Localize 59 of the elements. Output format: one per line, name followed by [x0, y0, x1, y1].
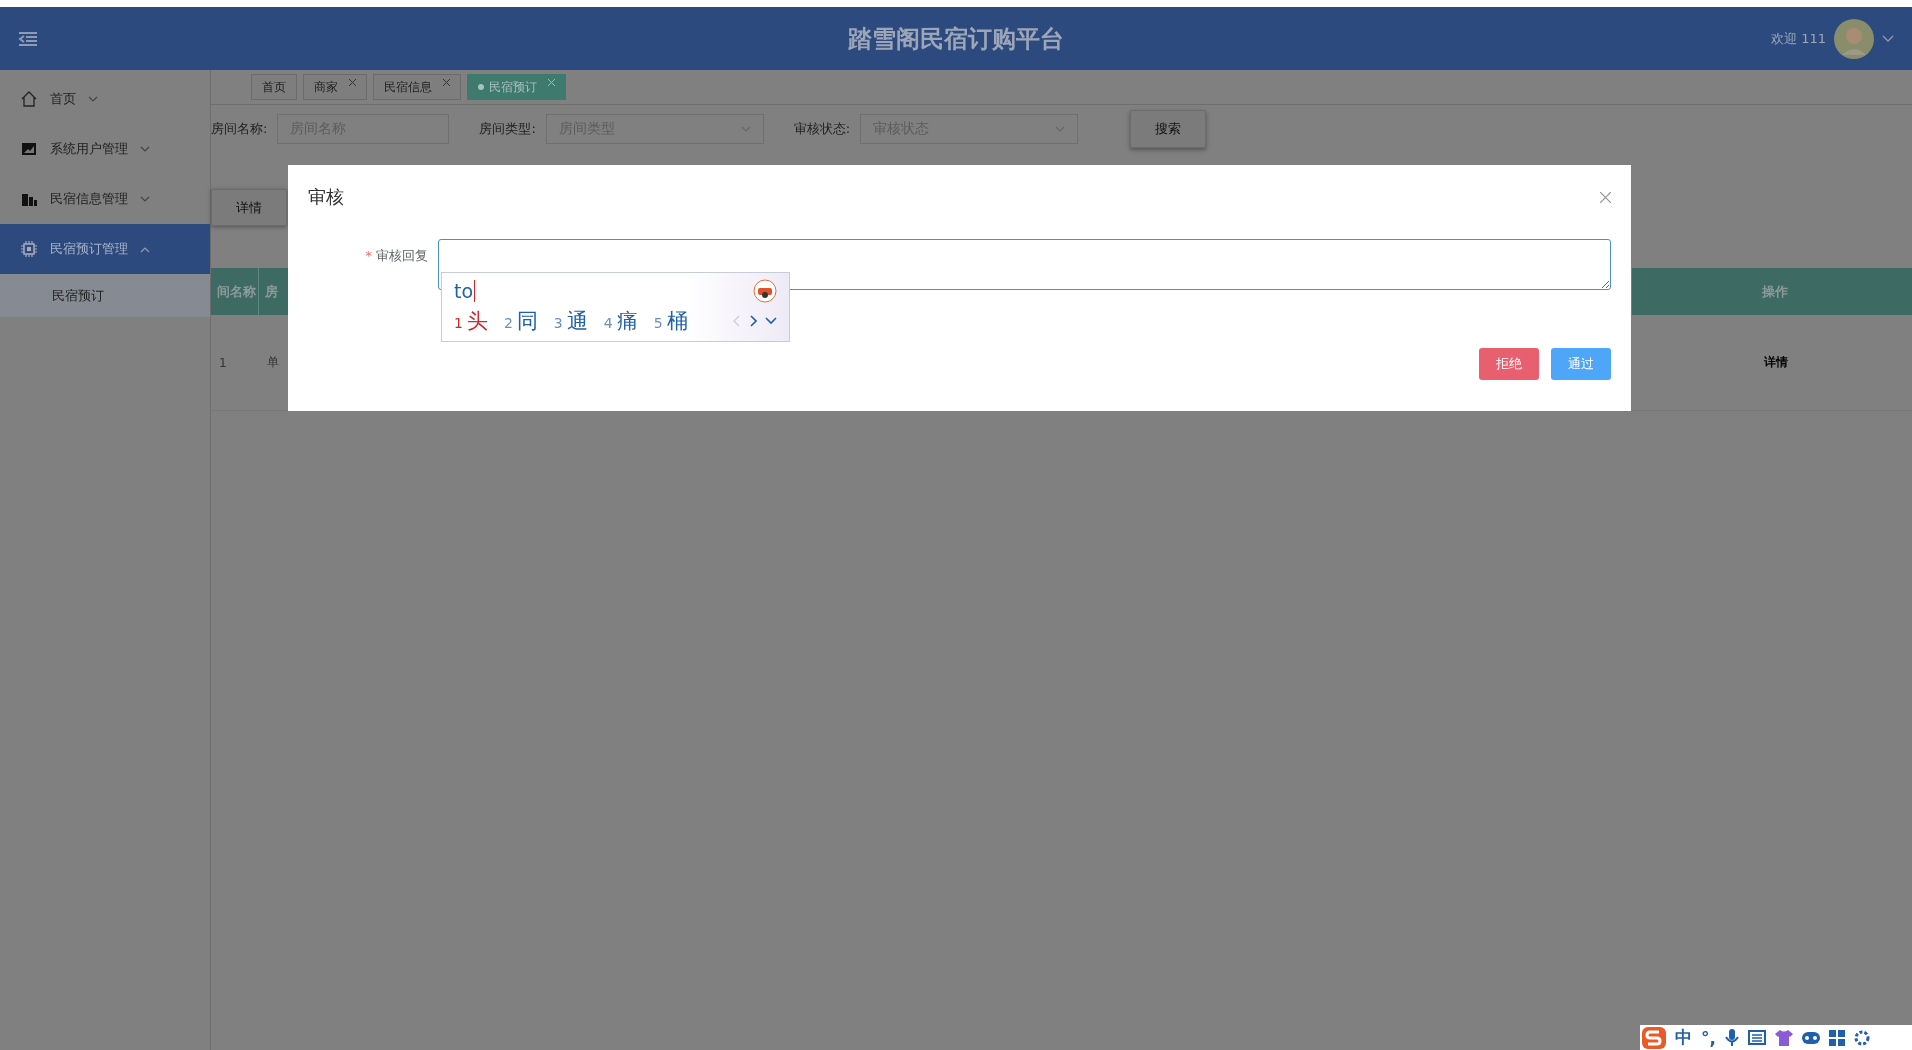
welcome-text: 欢迎 111 — [1771, 29, 1826, 48]
keyboard-icon[interactable] — [1747, 1030, 1766, 1045]
ime-candidate[interactable]: 2 同 — [503, 307, 538, 335]
gamepad-icon[interactable] — [1801, 1029, 1820, 1046]
menu-item[interactable]: 系统用户管理 — [0, 124, 210, 174]
field-label: 房间类型: — [479, 120, 536, 138]
chevron-down-icon — [88, 95, 98, 103]
shirt-icon[interactable] — [1774, 1029, 1793, 1046]
chip-icon — [20, 240, 38, 258]
submenu-item[interactable]: 民宿预订 — [0, 274, 210, 317]
image-icon — [20, 140, 38, 158]
ime-composition: to — [454, 280, 476, 302]
column-header: 间名称 — [211, 268, 259, 315]
avatar[interactable] — [1834, 18, 1874, 59]
menu-item[interactable]: 首页 — [0, 74, 210, 124]
ime-mode-text[interactable]: 中 — [1675, 1026, 1692, 1049]
chevron-down-icon — [740, 125, 751, 133]
field-label: 审核回复 — [376, 248, 428, 263]
page-tab[interactable]: 民宿信息 — [373, 74, 461, 100]
required-mark: * — [365, 248, 372, 263]
approve-button[interactable]: 通过 — [1551, 348, 1611, 380]
chevron-down-icon[interactable] — [765, 315, 777, 327]
menu-icon[interactable] — [18, 30, 38, 47]
mascot-icon — [753, 279, 777, 303]
close-icon[interactable] — [1600, 191, 1611, 203]
detail-link[interactable]: 详情 — [1764, 355, 1788, 369]
microphone-icon[interactable] — [1724, 1028, 1739, 1047]
table-cell: 单 — [267, 355, 279, 369]
chevron-down-icon — [140, 195, 150, 203]
ime-candidate[interactable]: 4 痛 — [603, 307, 638, 335]
page-tab[interactable]: 首页 — [251, 74, 297, 100]
page-tab[interactable]: 商家 — [303, 74, 367, 100]
chevron-up-icon — [140, 245, 150, 253]
detail-button[interactable]: 详情 — [211, 189, 287, 226]
field-label: 审核状态: — [793, 120, 851, 138]
ime-candidate[interactable]: 3 通 — [553, 307, 588, 335]
home-icon — [20, 90, 38, 108]
punctuation-text[interactable]: °, — [1701, 1027, 1716, 1048]
table-cell: 1 — [219, 355, 227, 370]
reject-button[interactable]: 拒绝 — [1479, 348, 1539, 380]
close-icon[interactable] — [443, 78, 450, 86]
close-icon[interactable] — [349, 78, 356, 86]
chevron-right-icon[interactable] — [749, 315, 757, 327]
chevron-down-icon — [1055, 125, 1066, 133]
search-button[interactable]: 搜索 — [1130, 110, 1207, 148]
logo-icon[interactable] — [1642, 1026, 1666, 1049]
ime-candidate[interactable]: 1 头 — [454, 307, 488, 335]
app-title: 踏雪阁民宿订购平台 — [848, 23, 1064, 55]
menu-item[interactable]: 民宿信息管理 — [0, 174, 210, 224]
menu-item[interactable]: 民宿预订管理 — [0, 224, 210, 274]
page-tab[interactable]: 民宿预订 — [467, 74, 566, 100]
close-icon[interactable] — [548, 78, 555, 86]
chevron-down-icon[interactable] — [1882, 34, 1894, 43]
chevron-down-icon — [140, 145, 150, 153]
dialog-title: 审核 — [308, 185, 344, 209]
grid-icon[interactable] — [1828, 1029, 1845, 1046]
ime-candidate[interactable]: 5 桶 — [653, 307, 688, 335]
field-label: 房间名称: — [211, 120, 268, 138]
column-header: 操作 — [1761, 282, 1789, 301]
